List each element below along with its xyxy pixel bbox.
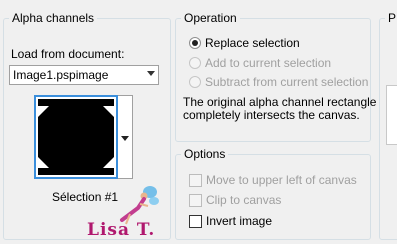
chevron-down-icon (121, 136, 129, 141)
selection-thumbnail (36, 97, 116, 177)
move-upper-left-checkbox[interactable] (189, 174, 202, 187)
add-to-selection-label[interactable]: Add to current selection (205, 56, 331, 71)
watermark-text: Lisa T. (87, 220, 156, 240)
alpha-channel-preview[interactable] (34, 95, 118, 179)
operation-description: The original alpha channel rectangle com… (183, 95, 377, 122)
clip-to-canvas-label[interactable]: Clip to canvas (206, 193, 281, 208)
invert-image-checkbox[interactable] (189, 215, 202, 228)
third-group-inner-panel (386, 85, 397, 145)
options-title: Options (181, 146, 229, 162)
operation-title: Operation (181, 10, 240, 26)
radio-selected-dot (192, 40, 198, 46)
replace-selection-label[interactable]: Replace selection (205, 36, 300, 51)
clip-to-canvas-checkbox[interactable] (189, 194, 202, 207)
third-group-title: P (385, 10, 397, 26)
chevron-down-icon (147, 71, 155, 76)
subtract-from-selection-label[interactable]: Subtract from current selection (205, 75, 368, 90)
document-select-value: Image1.pspimage (13, 68, 109, 82)
invert-image-label[interactable]: Invert image (206, 214, 272, 229)
preview-dropdown-button[interactable] (118, 95, 133, 179)
subtract-from-selection-radio[interactable] (189, 76, 201, 88)
load-from-document-label: Load from document: (11, 47, 125, 61)
document-select[interactable]: Image1.pspimage (9, 65, 159, 85)
replace-selection-radio[interactable] (189, 37, 201, 49)
move-upper-left-label[interactable]: Move to upper left of canvas (206, 173, 357, 188)
add-to-selection-radio[interactable] (189, 57, 201, 69)
alpha-channels-title: Alpha channels (9, 10, 98, 26)
